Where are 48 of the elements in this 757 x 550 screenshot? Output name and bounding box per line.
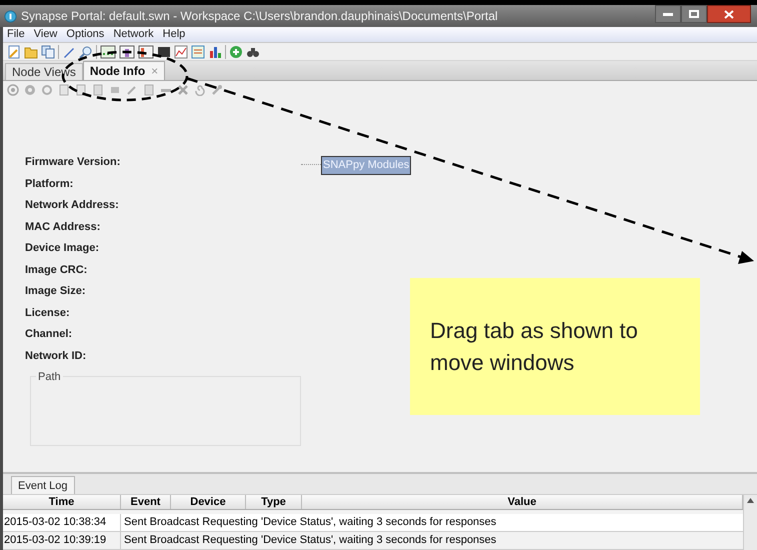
column-header[interactable]: Event (121, 495, 171, 509)
menu-item[interactable]: Options (66, 26, 104, 43)
maximize-icon (689, 10, 699, 18)
close-icon (724, 10, 734, 18)
window-title: Synapse Portal: default.swn - Workspace C:\Users\brandon.dauphinais\Documents\Portal (21, 8, 498, 25)
menu-item[interactable]: Help (162, 26, 186, 43)
bar-chart-icon[interactable] (208, 44, 222, 58)
panel-icon[interactable] (119, 44, 135, 58)
field-label: License: (25, 306, 71, 320)
line-chart-icon[interactable] (174, 44, 188, 58)
document-icon[interactable] (75, 84, 87, 96)
column-header[interactable]: Type (246, 495, 302, 509)
wrench-icon[interactable] (211, 84, 223, 96)
form-icon[interactable] (191, 44, 205, 58)
field-label: Firmware Version: (25, 155, 122, 170)
minimize-icon (663, 12, 673, 16)
minimize-button[interactable] (655, 5, 681, 23)
tab[interactable]: Node Info × (82, 61, 166, 80)
new-file-icon[interactable] (7, 44, 21, 58)
table-cell-text: Sent Broadcast Requesting 'Device Status', waiting 3 seconds for responses (123, 515, 496, 530)
note-text: Drag tab as shown to move windows (430, 316, 639, 376)
scroll-up-icon[interactable] (747, 498, 754, 503)
maximize-button[interactable] (681, 5, 707, 23)
tab[interactable]: Node Views (5, 63, 83, 80)
field-label: MAC Address: (25, 220, 102, 234)
field-label: Network ID: (25, 348, 88, 364)
column-header[interactable]: Time (3, 495, 121, 509)
field-label: Channel: (25, 327, 74, 342)
magnifier-icon[interactable] (79, 44, 93, 58)
panel-icon[interactable] (138, 44, 154, 58)
field-label: Platform: (25, 176, 74, 192)
menu-item[interactable]: Network (113, 26, 154, 43)
app-icon (4, 10, 17, 22)
copy-icon[interactable] (41, 44, 55, 58)
x-icon[interactable] (177, 84, 189, 96)
column-header[interactable]: Device (171, 495, 246, 509)
field-label: Image CRC: (25, 262, 88, 278)
scrollbar[interactable] (743, 495, 757, 550)
field-label: Image Size: (25, 284, 87, 299)
table-cell: 2015-03-02 10:39:19 (3, 532, 121, 549)
event-log-tab[interactable]: Event Log (11, 476, 75, 494)
field-label: Device Image: (25, 241, 100, 256)
table-cell-text: Sent Broadcast Requesting 'Device Status', waiting 3 seconds for responses (123, 533, 496, 548)
table-cell: 2015-03-02 10:38:34 (3, 514, 121, 531)
menu-item[interactable]: File (7, 26, 25, 43)
field-label: Network Address: (25, 198, 120, 213)
menu-item[interactable]: View (34, 26, 58, 43)
close-button[interactable] (707, 5, 751, 23)
